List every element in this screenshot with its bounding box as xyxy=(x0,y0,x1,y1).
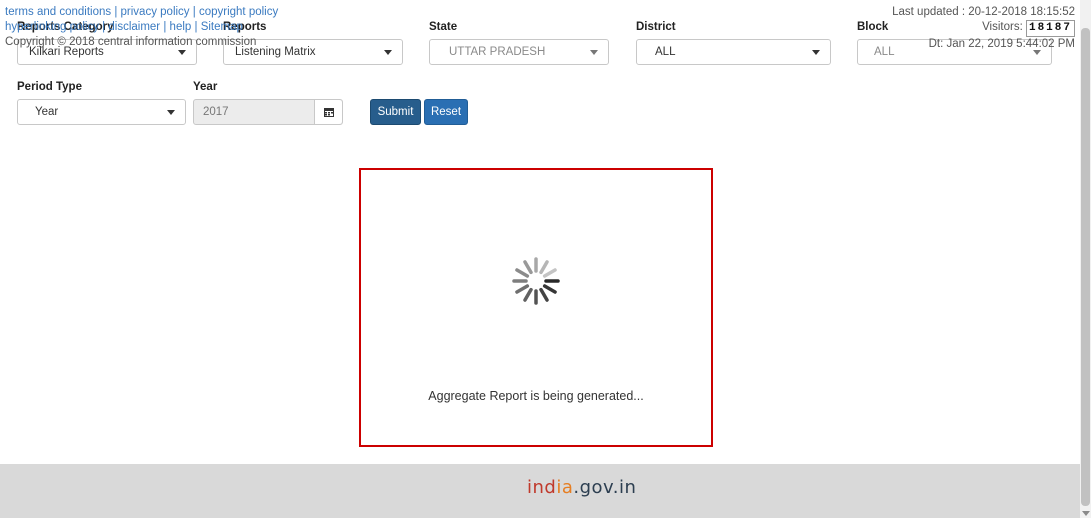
scrollbar-thumb[interactable] xyxy=(1081,28,1090,506)
spinner-segment xyxy=(515,284,530,294)
copyright-text: Copyright © 2018 central information com… xyxy=(5,36,257,48)
footer-links: terms and conditions | privacy policy | … xyxy=(5,5,278,50)
period-type-value: Year xyxy=(35,106,59,118)
disclaimer-link[interactable]: disclaimer xyxy=(108,21,160,33)
state-label: State xyxy=(429,21,458,33)
caret-down-icon xyxy=(178,50,186,55)
spinner-segment xyxy=(515,268,530,278)
logo-part-1: ind xyxy=(527,477,557,498)
caret-down-icon xyxy=(167,110,175,115)
caret-down-icon xyxy=(812,50,820,55)
calendar-button[interactable] xyxy=(314,100,342,124)
help-link[interactable]: help xyxy=(170,21,192,33)
footer-links-row-2: hyperlinking policy | disclaimer | help … xyxy=(5,20,278,35)
calendar-icon xyxy=(323,108,334,117)
spinner-segment xyxy=(542,268,557,278)
footer-info: Last updated : 20-12-2018 18:15:52 Visit… xyxy=(892,5,1075,52)
logo-part-3: .gov.in xyxy=(573,477,637,498)
year-label: Year xyxy=(193,81,218,93)
scrollbar[interactable] xyxy=(1080,0,1091,518)
separator: | xyxy=(192,6,196,18)
block-label: Block xyxy=(857,21,889,33)
district-value: ALL xyxy=(655,46,676,58)
caret-down-icon xyxy=(590,50,598,55)
period-type-label: Period Type xyxy=(17,81,82,93)
state-value: UTTAR PRADESH xyxy=(449,46,546,58)
copyright-link[interactable]: copyright policy xyxy=(199,6,278,18)
current-datetime: Dt: Jan 22, 2019 5:44:02 PM xyxy=(928,38,1075,50)
footer-links-row-1: terms and conditions | privacy policy | … xyxy=(5,5,278,20)
logo-part-2: ia xyxy=(556,477,574,498)
spinner-segment xyxy=(523,260,533,275)
separator: | xyxy=(163,21,167,33)
district-label: District xyxy=(636,21,676,33)
separator: | xyxy=(194,21,198,33)
visitors-row: Visitors: 18187 xyxy=(892,20,1075,37)
reset-button[interactable]: Reset xyxy=(424,99,468,125)
privacy-link[interactable]: privacy policy xyxy=(121,6,190,18)
loading-message: Aggregate Report is being generated... xyxy=(428,389,644,403)
spinner-segment xyxy=(539,287,549,302)
scroll-down-arrow-icon[interactable] xyxy=(1082,511,1090,516)
separator: | xyxy=(102,21,106,33)
sitemap-link[interactable]: Sitemap xyxy=(201,21,243,33)
district-select[interactable]: ALL xyxy=(636,39,831,65)
visitors-counter: 18187 xyxy=(1025,20,1075,37)
spinner-segment xyxy=(542,284,557,294)
spinner-segment xyxy=(523,287,533,302)
caret-down-icon xyxy=(384,50,392,55)
hyperlinking-link[interactable]: hyperlinking policy xyxy=(5,21,99,33)
state-select: UTTAR PRADESH xyxy=(429,39,609,65)
spinner-icon xyxy=(512,257,560,305)
year-value: 2017 xyxy=(203,106,229,118)
india-gov-logo[interactable]: india.gov.in xyxy=(527,477,636,498)
submit-button[interactable]: Submit xyxy=(370,99,421,125)
year-input[interactable]: 2017 xyxy=(193,99,343,125)
visitors-label: Visitors: xyxy=(982,21,1023,33)
spinner-segment xyxy=(539,260,549,275)
last-updated: Last updated : 20-12-2018 18:15:52 xyxy=(892,6,1075,18)
loading-panel: Aggregate Report is being generated... xyxy=(359,168,713,447)
separator: | xyxy=(114,6,118,18)
period-type-select[interactable]: Year xyxy=(17,99,186,125)
terms-link[interactable]: terms and conditions xyxy=(5,6,111,18)
